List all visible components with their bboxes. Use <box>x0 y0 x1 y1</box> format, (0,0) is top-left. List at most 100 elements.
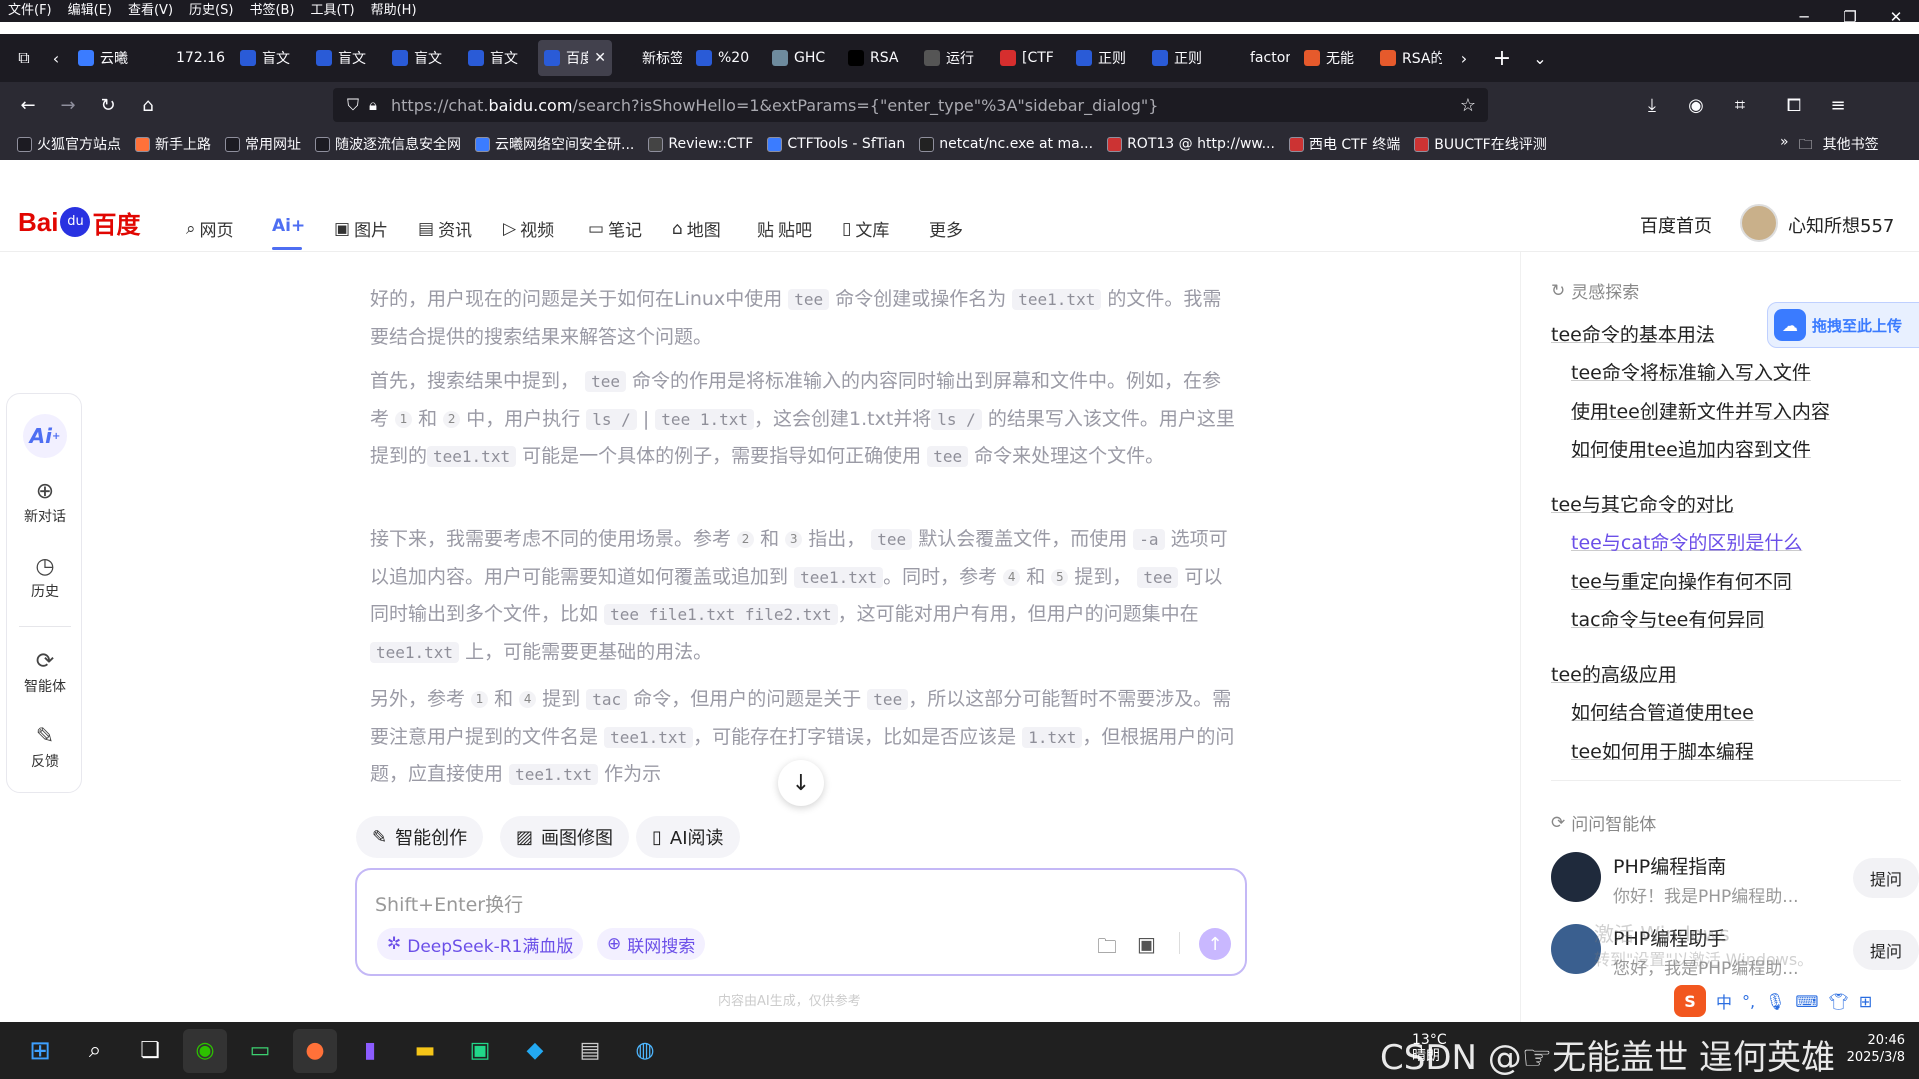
ask-button[interactable]: 提问 <box>1853 858 1919 898</box>
tab[interactable]: RSA的 <box>1374 40 1448 76</box>
menu-file[interactable]: 文件(F) <box>0 0 60 22</box>
app-menu-icon[interactable]: ≡ <box>1818 89 1858 121</box>
bookmark-item[interactable]: BUUCTF在线评测 <box>1407 134 1553 154</box>
reload-icon[interactable]: ↻ <box>88 89 128 121</box>
punctuation-icon[interactable]: °, <box>1742 992 1755 1011</box>
bookmark-item[interactable]: CTFTools - SfTian <box>760 136 912 152</box>
task-view-icon[interactable]: ❏ <box>128 1029 172 1073</box>
minimize-icon[interactable]: ─ <box>1781 0 1827 34</box>
ref-badge[interactable]: 1 <box>395 410 413 428</box>
topic-item-highlighted[interactable]: tee与cat命令的区别是什么 <box>1571 528 1802 555</box>
baidu-home-link[interactable]: 百度首页 <box>1640 212 1712 238</box>
app-purple-icon[interactable]: ▮ <box>348 1029 392 1073</box>
bookmarks-more-icon[interactable]: » <box>1780 134 1789 158</box>
history-button[interactable]: ◷ 历史 <box>7 551 83 601</box>
send-button[interactable]: ↑ <box>1199 928 1231 960</box>
topic-item[interactable]: tac命令与tee有何异同 <box>1571 605 1764 632</box>
home-icon[interactable]: ⌂ <box>128 89 168 121</box>
feedback-button[interactable]: ✎ 反馈 <box>7 721 83 771</box>
restore-icon[interactable]: ❐ <box>1827 0 1873 34</box>
ref-badge[interactable]: 5 <box>1051 568 1069 586</box>
account-icon[interactable]: ◉ <box>1676 89 1716 121</box>
menu-bookmarks[interactable]: 书签(B) <box>241 0 302 22</box>
ref-badge[interactable]: 1 <box>471 691 489 708</box>
nav-video[interactable]: ▷ 视频 <box>503 216 554 242</box>
tab-active[interactable]: 百度 ✕ <box>538 40 612 76</box>
close-window-icon[interactable]: ✕ <box>1873 0 1919 34</box>
ai-home-button[interactable]: Ai + <box>7 414 83 458</box>
ref-badge[interactable]: 2 <box>443 410 461 428</box>
console-icon[interactable]: ▤ <box>568 1029 612 1073</box>
vscode-icon[interactable]: ◆ <box>513 1029 557 1073</box>
bookmark-item[interactable]: 火狐官方站点 <box>10 134 128 154</box>
new-chat-button[interactable]: ⊕ 新对话 <box>7 476 83 526</box>
bookmark-item[interactable]: netcat/nc.exe at ma... <box>912 136 1100 152</box>
tab-list-dropdown-icon[interactable]: ⌄ <box>1524 42 1556 74</box>
menu-view[interactable]: 查看(V) <box>120 0 181 22</box>
extensions-icon[interactable]: ⧠ <box>1774 89 1814 121</box>
menu-help[interactable]: 帮助(H) <box>363 0 425 22</box>
tab[interactable]: 正则 <box>1146 40 1220 76</box>
bookmark-item[interactable]: ROT13 @ http://ww... <box>1100 136 1282 152</box>
agent-card[interactable]: PHP编程指南 你好！我是PHP编程助... 提问 <box>1551 852 1919 912</box>
other-bookmarks-icon[interactable]: 🗀︎ <box>1799 134 1813 158</box>
draw-edit-button[interactable]: ▨ 画图修图 <box>500 816 630 858</box>
shield-icon[interactable]: ⛉ <box>347 95 359 115</box>
bookmark-item[interactable]: 西电 CTF 终端 <box>1282 134 1407 154</box>
bookmark-item[interactable]: Review::CTF <box>641 136 760 152</box>
sogou-icon[interactable]: S <box>1674 985 1706 1017</box>
user-name[interactable]: 心知所想557 <box>1788 212 1894 238</box>
tab-scroll-left-icon[interactable]: ‹ <box>40 42 72 74</box>
tab[interactable]: %20 <box>690 40 764 76</box>
nav-notes[interactable]: ▭ 笔记 <box>588 216 642 242</box>
tab[interactable]: 正则 <box>1070 40 1144 76</box>
tab[interactable]: 盲文 <box>462 40 536 76</box>
tab[interactable]: 运行 <box>918 40 992 76</box>
nav-wenku[interactable]: ▯ 文库 <box>842 216 889 242</box>
tab[interactable]: 172.16.17 <box>148 40 232 76</box>
bookmark-item[interactable]: 新手上路 <box>128 134 218 154</box>
agent-button[interactable]: ⟳ 智能体 <box>7 646 83 696</box>
nav-ai[interactable]: Ai+ <box>272 216 305 236</box>
image-upload-icon[interactable]: ▣ <box>1137 932 1156 956</box>
nav-map[interactable]: ⌂ 地图 <box>672 216 721 242</box>
tab-scroll-right-icon[interactable]: › <box>1448 42 1480 74</box>
windows-start-icon[interactable]: ⊞ <box>18 1029 62 1073</box>
ref-badge[interactable]: 2 <box>737 531 755 548</box>
system-clock[interactable]: 20:46 2025/3/8 <box>1847 1032 1905 1066</box>
new-tab-icon[interactable]: + <box>1486 42 1518 74</box>
nav-news[interactable]: ▤ 资讯 <box>418 216 472 242</box>
topic-item[interactable]: 如何使用tee追加内容到文件 <box>1571 435 1811 462</box>
tab-close-icon[interactable]: ✕ <box>594 50 606 66</box>
ref-badge[interactable]: 3 <box>785 531 803 548</box>
nav-images[interactable]: ▣ 图片 <box>334 216 388 242</box>
downloads-icon[interactable]: ⤓ <box>1632 89 1672 121</box>
tab[interactable]: [CTF <box>994 40 1068 76</box>
nav-more[interactable]: 更多 <box>929 216 963 241</box>
bookmark-item[interactable]: 常用网址 <box>218 134 308 154</box>
terminal-green-icon[interactable]: ▭ <box>238 1029 282 1073</box>
back-icon[interactable]: ← <box>8 89 48 121</box>
taskbar-search-icon[interactable]: ⌕ <box>73 1029 117 1073</box>
topic-item[interactable]: 如何结合管道使用tee <box>1571 698 1754 725</box>
menu-edit[interactable]: 编辑(E) <box>60 0 120 22</box>
toolbox-icon[interactable]: ⊞ <box>1859 992 1872 1011</box>
tab[interactable]: 无能 <box>1298 40 1372 76</box>
topic-item[interactable]: tee如何用于脚本编程 <box>1571 737 1754 764</box>
ask-button[interactable]: 提问 <box>1853 930 1919 970</box>
ref-badge[interactable]: 4 <box>519 691 537 708</box>
tab-overview-icon[interactable]: ⧉ <box>8 42 40 74</box>
tab[interactable]: 盲文 <box>234 40 308 76</box>
tab[interactable]: 盲文 <box>310 40 384 76</box>
upload-drop-zone[interactable]: ☁ 拖拽至此上传 <box>1767 302 1919 348</box>
tab[interactable]: RSA <box>842 40 916 76</box>
ref-badge[interactable]: 4 <box>1003 568 1021 586</box>
topic-group-2[interactable]: tee与其它命令的对比 <box>1551 490 1734 517</box>
topic-item[interactable]: 使用tee创建新文件并写入内容 <box>1571 397 1830 424</box>
wechat-icon[interactable]: ◉ <box>183 1028 227 1073</box>
topic-group-3[interactable]: tee的高级应用 <box>1551 660 1677 687</box>
scroll-down-button[interactable]: ↓ <box>778 760 824 806</box>
forward-icon[interactable]: → <box>48 89 88 121</box>
tab[interactable]: factordb <box>1222 40 1296 76</box>
firefox-icon[interactable]: ● <box>293 1028 337 1073</box>
